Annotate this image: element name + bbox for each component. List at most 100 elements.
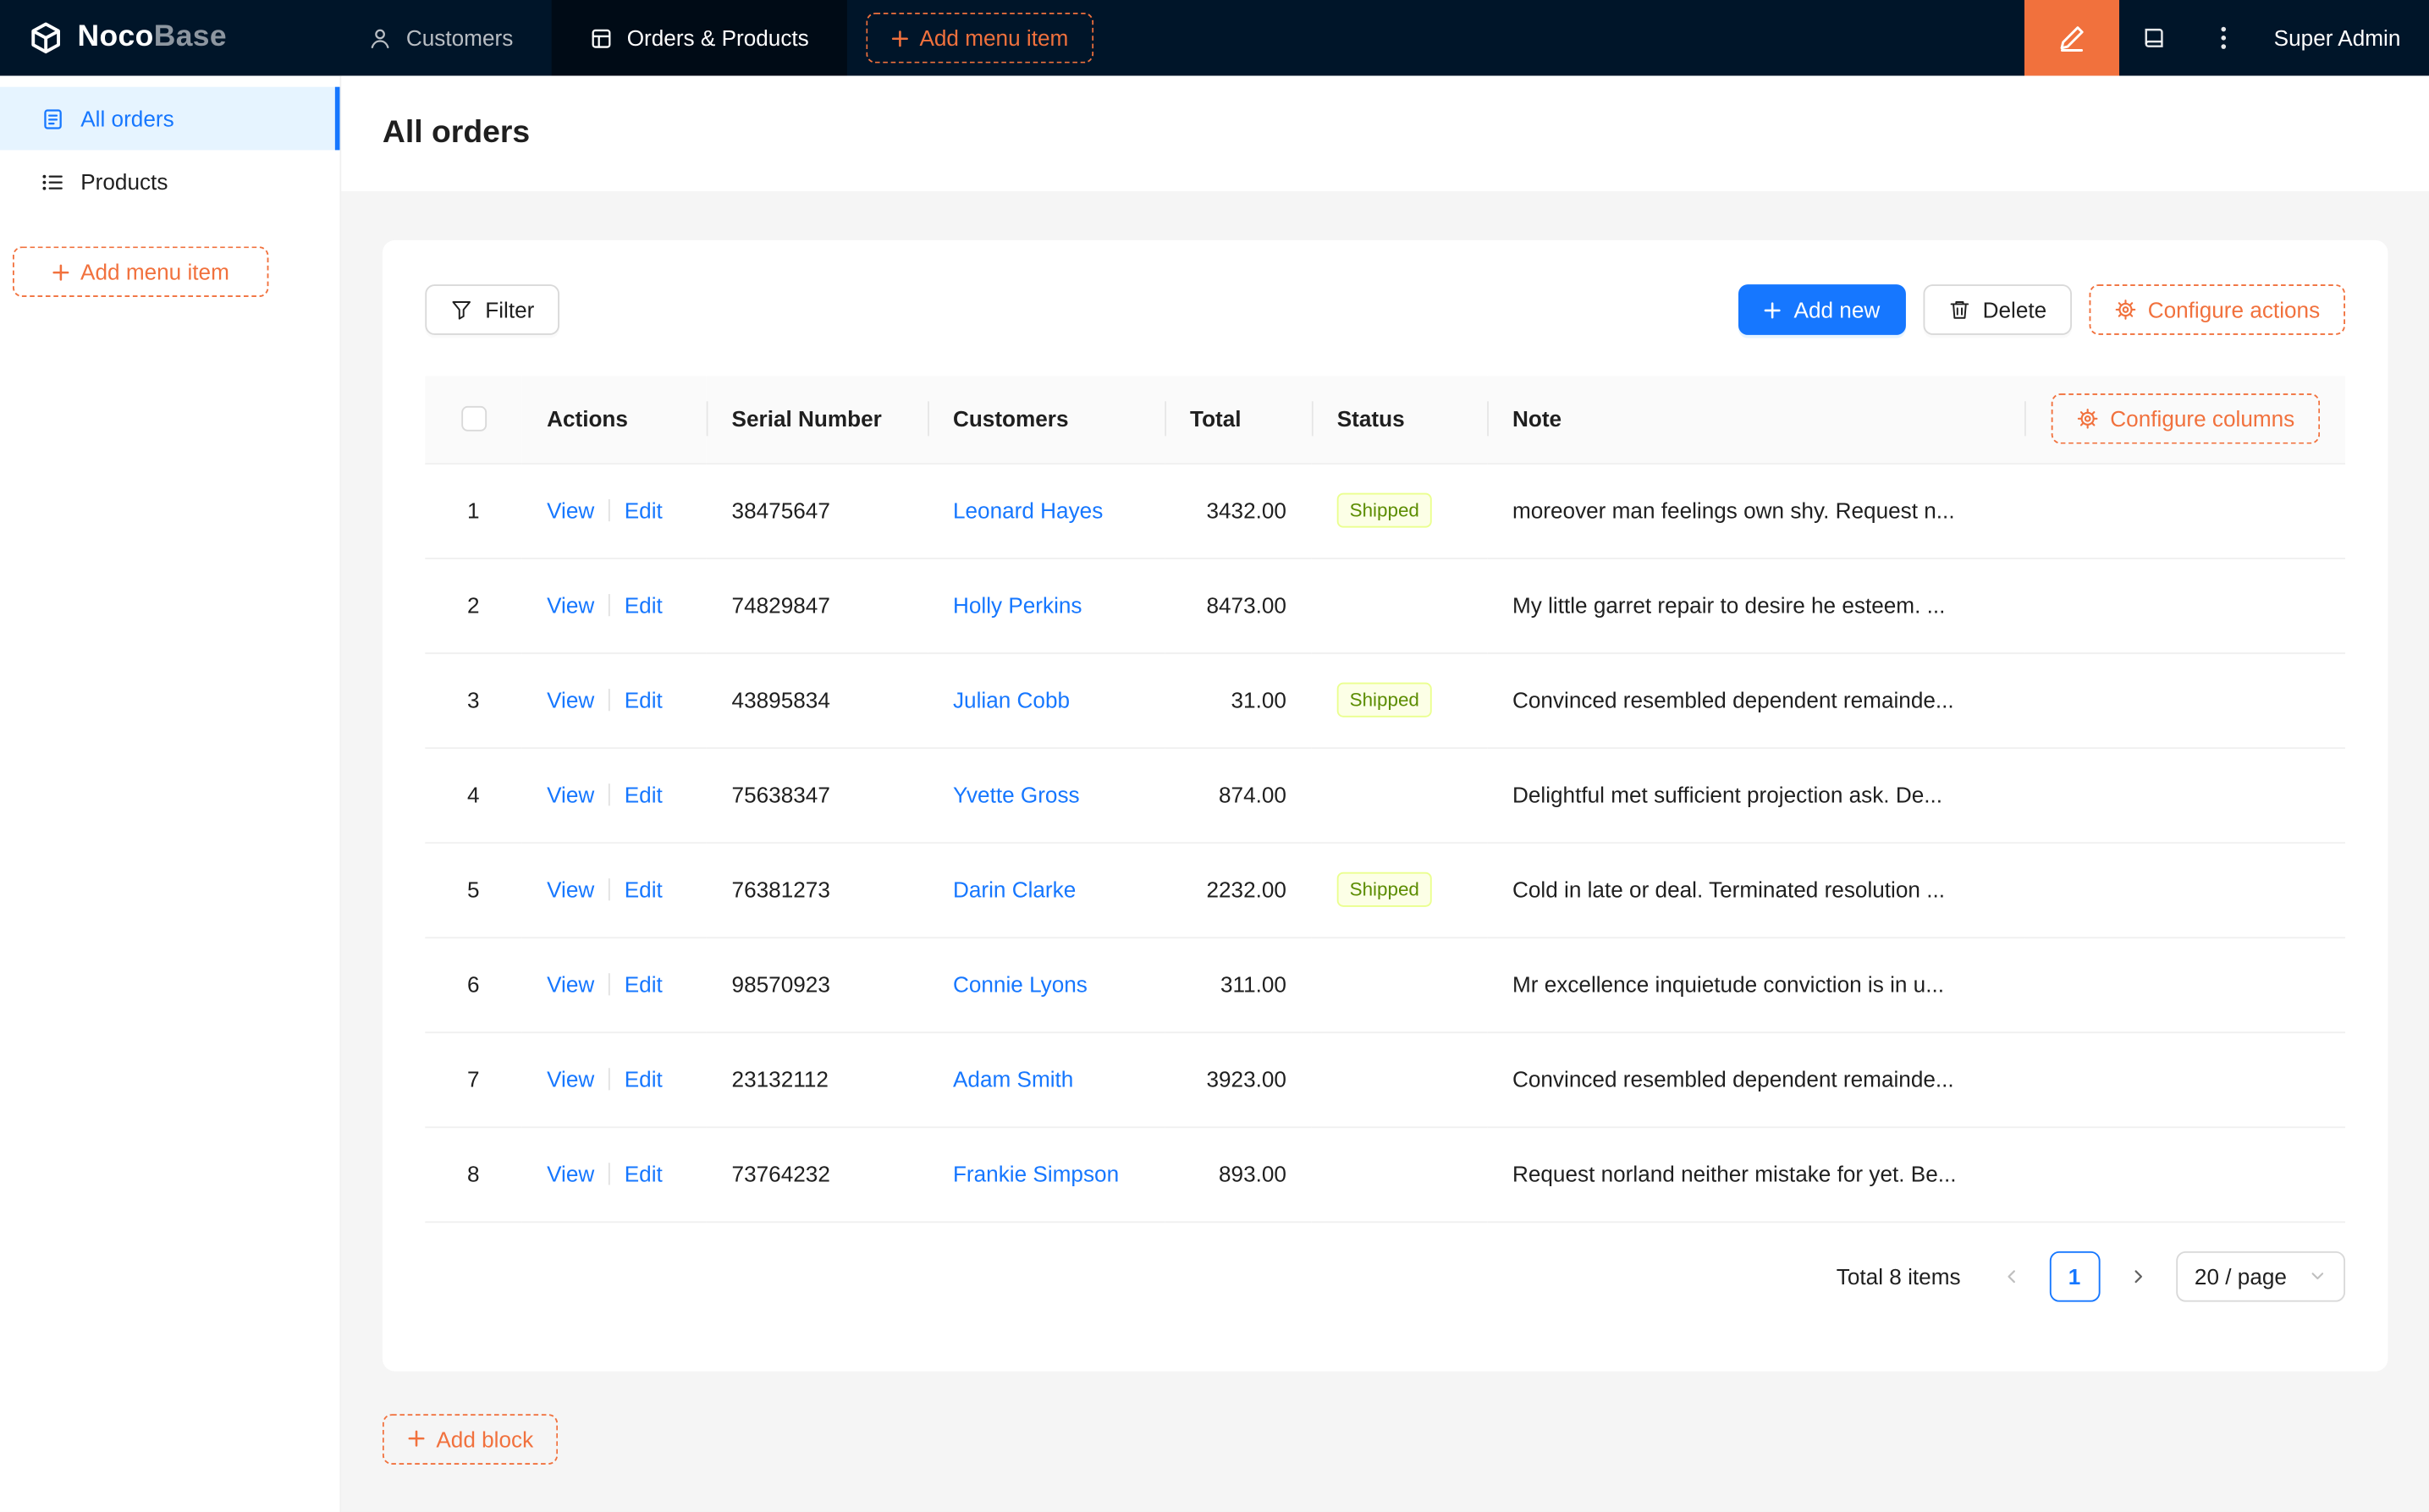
sidebar-item-label: Products — [80, 169, 168, 195]
view-link[interactable]: View — [547, 877, 594, 902]
docs-button[interactable] — [2119, 0, 2189, 76]
edit-link[interactable]: Edit — [625, 1066, 663, 1091]
row-index: 5 — [467, 877, 480, 902]
pagination-prev-button[interactable] — [1986, 1251, 2036, 1301]
customer-link[interactable]: Darin Clarke — [953, 877, 1076, 902]
edit-link[interactable]: Edit — [625, 498, 663, 523]
sidebar-item-products[interactable]: Products — [0, 150, 339, 213]
column-header-serial-number: Serial Number — [707, 376, 928, 463]
customer-link[interactable]: Adam Smith — [953, 1066, 1073, 1091]
serial-number-cell: 73764232 — [707, 1126, 928, 1221]
edit-link[interactable]: Edit — [625, 971, 663, 997]
serial-number-cell: 76381273 — [707, 842, 928, 937]
nav-item-orders-products[interactable]: Orders & Products — [551, 0, 846, 76]
column-header-actions: Actions — [521, 376, 706, 463]
edit-link[interactable]: Edit — [625, 877, 663, 902]
action-divider — [609, 878, 610, 900]
edit-link[interactable]: Edit — [625, 1161, 663, 1186]
pagination-page-1[interactable]: 1 — [2049, 1251, 2100, 1301]
logo-icon — [29, 20, 63, 55]
top-nav: Customers Orders & Products — [330, 0, 846, 76]
view-link[interactable]: View — [547, 687, 594, 712]
customer-link[interactable]: Julian Cobb — [953, 687, 1070, 712]
configure-columns-button[interactable]: Configure columns — [2052, 393, 2320, 444]
topbar: NocoBase Customers Orders & Products — [0, 0, 2429, 76]
view-link[interactable]: View — [547, 1066, 594, 1091]
edit-link[interactable]: Edit — [625, 782, 663, 807]
sidebar-item-all-orders[interactable]: All orders — [0, 87, 339, 151]
table-row: 2 ViewEdit 74829847 Holly Perkins 8473.0… — [425, 558, 2345, 652]
total-cell: 3432.00 — [1165, 463, 1312, 558]
main-area: All orders Filter — [341, 76, 2429, 1512]
table-row: 6 ViewEdit 98570923 Connie Lyons 311.00 … — [425, 937, 2345, 1031]
note-cell: moreover man feelings own shy. Request n… — [1487, 463, 2024, 558]
row-index: 6 — [467, 971, 480, 997]
more-actions-button[interactable] — [2189, 0, 2258, 76]
customers-icon — [368, 26, 392, 50]
column-header-customers: Customers — [928, 376, 1165, 463]
customer-link[interactable]: Connie Lyons — [953, 971, 1088, 997]
delete-button[interactable]: Delete — [1923, 284, 2072, 335]
view-link[interactable]: View — [547, 498, 594, 523]
nav-item-label: Customers — [406, 25, 513, 51]
action-divider — [609, 689, 610, 711]
edit-link[interactable]: Edit — [625, 687, 663, 712]
table-row: 1 ViewEdit 38475647 Leonard Hayes 3432.0… — [425, 463, 2345, 558]
status-tag: Shipped — [1337, 683, 1432, 718]
table-toolbar: Filter Add new — [425, 284, 2345, 335]
note-cell: My little garret repair to desire he est… — [1487, 558, 2024, 652]
serial-number-cell: 74829847 — [707, 558, 928, 652]
products-list-icon — [41, 170, 65, 194]
view-link[interactable]: View — [547, 1161, 594, 1186]
row-index: 1 — [467, 498, 480, 523]
page-header: All orders — [341, 76, 2429, 191]
serial-number-cell: 23132112 — [707, 1031, 928, 1126]
table-header-row: Actions Serial Number Customers Total St… — [425, 376, 2345, 463]
customer-link[interactable]: Leonard Hayes — [953, 498, 1103, 523]
view-link[interactable]: View — [547, 592, 594, 618]
trash-icon — [1948, 299, 1970, 321]
action-divider — [609, 499, 610, 521]
serial-number-cell: 98570923 — [707, 937, 928, 1031]
filter-icon — [450, 299, 472, 321]
ui-editor-button[interactable] — [2024, 0, 2119, 76]
current-user-menu[interactable]: Super Admin — [2258, 25, 2429, 51]
total-cell: 3923.00 — [1165, 1031, 1312, 1126]
edit-link[interactable]: Edit — [625, 592, 663, 618]
note-cell: Delightful met sufficient projection ask… — [1487, 747, 2024, 842]
add-new-button[interactable]: Add new — [1738, 284, 1905, 335]
orders-table-body: 1 ViewEdit 38475647 Leonard Hayes 3432.0… — [425, 463, 2345, 1221]
page-size-select[interactable]: 20 / page — [2176, 1251, 2346, 1301]
chevron-right-icon — [2128, 1267, 2146, 1285]
sidebar-add-menu-item-button[interactable]: Add menu item — [13, 246, 268, 297]
nav-item-customers[interactable]: Customers — [330, 0, 551, 76]
status-tag: Shipped — [1337, 872, 1432, 907]
total-cell: 311.00 — [1165, 937, 1312, 1031]
plus-icon — [408, 1430, 426, 1448]
plus-icon — [1764, 301, 1782, 319]
total-cell: 874.00 — [1165, 747, 1312, 842]
pagination-total: Total 8 items — [1837, 1263, 1961, 1289]
total-cell: 893.00 — [1165, 1126, 1312, 1221]
action-divider — [609, 973, 610, 995]
customer-link[interactable]: Yvette Gross — [953, 782, 1080, 807]
nocobase-logo[interactable]: NocoBase — [0, 0, 330, 76]
view-link[interactable]: View — [547, 782, 594, 807]
serial-number-cell: 75638347 — [707, 747, 928, 842]
configure-actions-button[interactable]: Configure actions — [2090, 284, 2345, 335]
customer-link[interactable]: Frankie Simpson — [953, 1161, 1119, 1186]
plus-icon — [52, 263, 69, 281]
select-all-checkbox[interactable] — [460, 406, 486, 432]
topbar-add-menu-item-button[interactable]: Add menu item — [866, 13, 1093, 63]
column-header-note: Note — [1487, 376, 2024, 463]
chevron-left-icon — [2002, 1267, 2020, 1285]
filter-button[interactable]: Filter — [425, 284, 559, 335]
add-block-button[interactable]: Add block — [383, 1413, 559, 1464]
row-index: 2 — [467, 592, 480, 618]
docs-book-icon — [2141, 25, 2167, 51]
view-link[interactable]: View — [547, 971, 594, 997]
sidebar: All orders Products Add menu item — [0, 76, 341, 1512]
customer-link[interactable]: Holly Perkins — [953, 592, 1082, 618]
column-header-total: Total — [1165, 376, 1312, 463]
pagination-next-button[interactable] — [2112, 1251, 2163, 1301]
